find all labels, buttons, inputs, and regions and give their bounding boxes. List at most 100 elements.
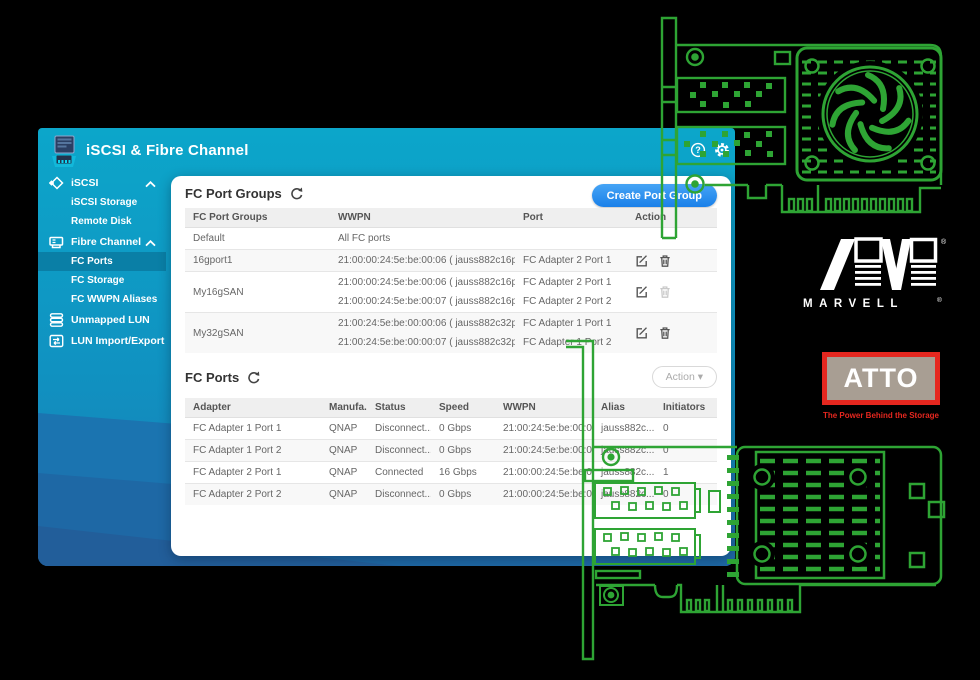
fc-port-row[interactable]: FC Adapter 1 Port 2QNAPDisconnect...0 Gb… [185,440,717,462]
group-name-cell: My32gSAN [185,313,330,354]
fc-port-cell: 21:00:24:5e:be:00:00... [495,418,593,440]
content-panel: FC Port Groups Create Port Group FC Port… [171,176,731,556]
pcie-pins-top [789,199,912,211]
delete-icon[interactable] [658,254,672,268]
sidebar-item-label: FC Storage [71,275,124,286]
fc-port-cell: 21:00:24:5e:be:00:00... [495,440,593,462]
lun-import-export-icon [49,334,64,348]
fc-port-cell: jauss882c... [593,440,655,462]
sidebar-item-remote-disk[interactable]: Remote Disk [38,212,166,231]
fc-port-cell: jauss882c... [593,462,655,484]
fc-port-cell: Disconnect... [367,440,431,462]
edit-icon[interactable] [635,326,649,340]
port-cell: FC Adapter 2 Port 1 [515,250,627,272]
settings-gear-icon[interactable] [714,142,730,158]
group-name-cell: My16gSAN [185,272,330,313]
fc-port-cell: FC Adapter 2 Port 2 [185,484,321,506]
chevron-up-icon[interactable] [145,238,156,245]
column-header: FC Port Groups [185,208,330,228]
top-card-outline [676,45,941,56]
wwpn-cell: 21:00:00:24:5e:be:00:06 ( jauss882c16p1 … [330,272,515,313]
edit-icon[interactable] [635,254,649,268]
fibre-channel-icon [49,235,64,249]
port-group-row[interactable]: 16gport121:00:00:24:5e:be:00:06 ( jauss8… [185,250,717,272]
fc-port-cell: QNAP [321,462,367,484]
fc-port-cell: 16 Gbps [431,462,495,484]
fc-port-cell: QNAP [321,440,367,462]
sidebar-item-fc-storage[interactable]: FC Storage [38,271,166,290]
sidebar-nav: iSCSI iSCSI Storage Remote Disk Fibre Chann… [38,172,166,566]
fc-ports-table: AdapterManufa...StatusSpeedWWPNAliasInit… [185,398,717,505]
column-header: Speed [431,398,495,418]
wwpn-cell: 21:00:00:24:5e:be:00:06 ( jauss882c16p1 … [330,250,515,272]
atto-tagline: The Power Behind the Storage [822,411,940,420]
help-icon[interactable]: ? [690,142,706,158]
sfp-cage [677,78,785,112]
bottom-card-pcie-edge [596,585,936,612]
group-name-cell: 16gport1 [185,250,330,272]
unmapped-lun-icon [49,313,64,327]
fc-port-row[interactable]: FC Adapter 2 Port 2QNAPDisconnect...0 Gb… [185,484,717,506]
sidebar-item-unmapped-lun[interactable]: Unmapped LUN [38,309,166,330]
port-cell [515,228,627,250]
column-header: Alias [593,398,655,418]
app-icon [48,134,80,170]
fc-port-cell: jauss882c... [593,418,655,440]
window-title: iSCSI & Fibre Channel [86,142,249,159]
port-cell: FC Adapter 1 Port 1FC Adapter 1 Port 2 [515,313,627,354]
group-name-cell: Default [185,228,330,250]
bottom-card-outline [737,447,941,584]
fc-port-cell: 0 Gbps [431,484,495,506]
create-port-group-button[interactable]: Create Port Group [592,184,717,207]
sidebar-item-label: iSCSI Storage [71,197,137,208]
column-header: Status [367,398,431,418]
fan-ring [823,67,917,161]
fc-port-cell: Disconnect... [367,418,431,440]
sidebar-item-iscsi-storage[interactable]: iSCSI Storage [38,193,166,212]
wwpn-cell: 21:00:24:5e:be:00:00:06 ( jauss882c32p1 … [330,313,515,354]
action-cell [627,250,717,272]
marvell-wordmark: MARVELL [803,298,904,310]
fc-port-cell: 1 [655,462,717,484]
action-cell [627,272,717,313]
pcie-pins-bottom [687,600,792,611]
sidebar-item-label: Remote Disk [71,216,132,227]
atto-logo: ATTO The Power Behind the Storage [822,352,942,420]
sidebar-item-label: Unmapped LUN [71,314,150,326]
fc-port-cell: 0 [655,418,717,440]
fc-port-cell: 0 [655,440,717,462]
fc-port-cell: jauss882c... [593,484,655,506]
fc-port-cell: 21:00:00:24:5e:be:00... [495,484,593,506]
chevron-up-icon[interactable] [145,179,156,186]
fan-housing [797,48,941,180]
action-cell [627,228,717,250]
sidebar-item-fc-wwpn-aliases[interactable]: FC WWPN Aliases [38,290,166,309]
atto-wordmark: ATTO [844,365,919,392]
iscsi-fc-window: iSCSI & Fibre Channel ? iSCSI iSCSI Stora… [38,128,735,566]
port-group-row[interactable]: DefaultAll FC ports [185,228,717,250]
sidebar-item-fibre-channel[interactable]: Fibre Channel [38,231,166,252]
port-group-row[interactable]: My32gSAN21:00:24:5e:be:00:00:06 ( jauss8… [185,313,717,354]
panel-screws [755,470,866,562]
fc-port-cell: FC Adapter 1 Port 2 [185,440,321,462]
sidebar-item-label: Fibre Channel [71,236,141,248]
sidebar-item-lun-import-export[interactable]: LUN Import/Export [38,330,166,351]
fc-port-row[interactable]: FC Adapter 1 Port 1QNAPDisconnect...0 Gb… [185,418,717,440]
refresh-icon[interactable] [246,370,261,385]
fc-port-row[interactable]: FC Adapter 2 Port 1QNAPConnected16 Gbps2… [185,462,717,484]
column-header: Action [627,208,717,228]
fc-ports-action-button[interactable]: Action ▾ [652,366,717,388]
port-group-row[interactable]: My16gSAN21:00:00:24:5e:be:00:06 ( jauss8… [185,272,717,313]
fan-screws [806,60,935,170]
edit-icon[interactable] [635,285,649,299]
delete-icon[interactable] [658,326,672,340]
action-cell [627,313,717,354]
sidebar-item-label: FC Ports [71,256,113,267]
fc-ports-section-header: FC Ports [185,370,261,385]
atto-logo-frame: ATTO [822,352,940,405]
fc-port-cell: 0 Gbps [431,440,495,462]
window-titlebar: iSCSI & Fibre Channel ? [38,128,735,172]
refresh-icon[interactable] [289,186,304,201]
sidebar-item-iscsi[interactable]: iSCSI [38,172,166,193]
sidebar-item-fc-ports[interactable]: FC Ports [38,252,166,271]
